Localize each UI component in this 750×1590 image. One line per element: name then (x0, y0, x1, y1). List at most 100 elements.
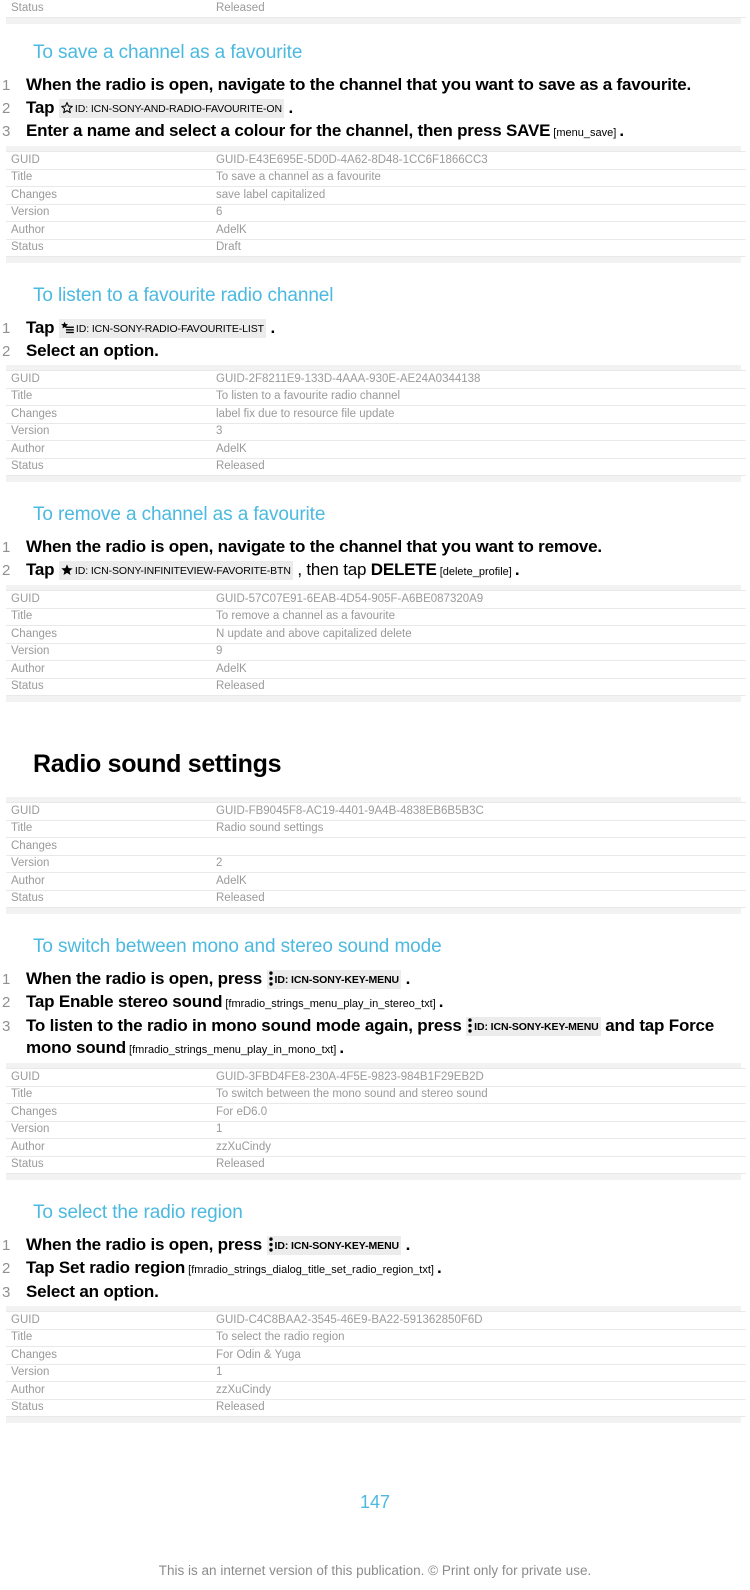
table-row: Author AdelK (6, 221, 746, 240)
meta-value-guid: GUID-E43E695E-5D0D-4A62-8D48-1CC6F1866CC… (211, 151, 746, 170)
step-text: When the radio is open, press ID: ICN-SO… (26, 1234, 750, 1256)
ui-label-set-radio-region: Set radio region (58, 1258, 186, 1277)
meta-value-status: Released (211, 677, 746, 696)
step-text-run: Select an option. (26, 341, 159, 360)
favourite-list-icon-token: ID: ICN-SONY-RADIO-FAVOURITE-LIST (58, 319, 266, 338)
table-row: GUID GUID-E43E695E-5D0D-4A62-8D48-1CC6F18… (6, 151, 746, 170)
step-text-run: . (514, 560, 520, 579)
star-outline-icon (60, 101, 74, 115)
steps-list-listen-favourite: 1 Tap ID: ICN-SONY-RADIO-FAVOURITE-LIST … (0, 317, 750, 363)
ui-label-enable-stereo-sound: Enable stereo sound (58, 992, 223, 1011)
meta-value-version: 6 (211, 203, 746, 222)
meta-value-changes: For eD6.0 (211, 1103, 746, 1122)
table-row: Status Released (6, 677, 746, 696)
step-text: Tap Set radio region [fmradio_strings_di… (26, 1257, 750, 1281)
meta-value-version: 1 (211, 1120, 746, 1139)
table-row: Author AdelK (6, 440, 746, 459)
meta-label-guid: GUID (6, 1311, 211, 1330)
meta-label-status: Status (6, 889, 211, 908)
meta-label-author: Author (6, 1138, 211, 1157)
step-number: 2 (2, 343, 11, 360)
kebab-menu-icon-token: ID: ICN-SONY-KEY-MENU (266, 1236, 402, 1255)
icon-id-label: ID: ICN-SONY-RADIO-FAVOURITE-LIST (75, 323, 264, 335)
meta-table-section-4: GUID GUID-3FBD4FE8-230A-4F5E-9823-984B1F2… (6, 1068, 746, 1174)
section-heading-save-favourite: To save a channel as a favourite (33, 42, 303, 63)
meta-value-status: Released (211, 1398, 746, 1417)
list-item: 3 Enter a name and select a colour for t… (0, 120, 750, 144)
step-text-run: Enter a name and select a colour for the… (26, 121, 506, 140)
step-text-run: When the radio is open, navigate to the … (26, 537, 602, 556)
document-page: Status Released To save a channel as a f… (0, 0, 750, 1590)
meta-table-section-2: GUID GUID-2F8211E9-133D-4AAA-930E-AE24A03… (6, 370, 746, 476)
meta-label-changes: Changes (6, 1346, 211, 1365)
table-row: Title To listen to a favourite radio chan… (6, 387, 746, 406)
meta-value-changes: N update and above capitalized delete (211, 625, 746, 644)
meta-value-version: 2 (211, 854, 746, 873)
table-row: Version 3 (6, 422, 746, 441)
list-item: 2 Tap Enable stereo sound [fmradio_strin… (0, 991, 750, 1015)
step-text-run: Tap (26, 1258, 59, 1277)
meta-label-version: Version (6, 854, 211, 873)
meta-value-changes: For Odin & Yuga (211, 1346, 746, 1365)
meta-label-author: Author (6, 872, 211, 891)
meta-label-version: Version (6, 1120, 211, 1139)
step-text: When the radio is open, navigate to the … (26, 74, 750, 96)
icon-id-label: ID: ICN-SONY-AND-RADIO-FAVOURITE-ON (74, 103, 282, 115)
meta-value-status: Draft (211, 238, 746, 257)
meta-value-version: 3 (211, 422, 746, 441)
meta-value-author: AdelK (211, 221, 746, 240)
step-text-run: . (401, 1235, 411, 1254)
meta-label-status: Status (6, 1155, 211, 1174)
step-number: 1 (2, 320, 11, 337)
string-ref: [fmradio_strings_dialog_title_set_radio_… (185, 1264, 438, 1276)
meta-label-guid: GUID (6, 590, 211, 609)
meta-value-status: Released (211, 0, 746, 18)
list-item: 2 Tap Set radio region [fmradio_strings_… (0, 1257, 750, 1281)
footer-notice: This is an internet version of this publ… (158, 1563, 592, 1578)
table-row: GUID GUID-3FBD4FE8-230A-4F5E-9823-984B1F2… (6, 1068, 746, 1087)
step-number: 1 (2, 971, 11, 988)
table-row: Changes For Odin & Yuga (6, 1346, 746, 1365)
star-filled-icon (60, 563, 74, 577)
meta-value-title: Radio sound settings (211, 819, 746, 838)
list-item: 1 When the radio is open, navigate to th… (0, 536, 750, 559)
meta-label-title: Title (6, 168, 211, 187)
meta-label-changes: Changes (6, 1103, 211, 1122)
meta-label-changes: Changes (6, 405, 211, 424)
table-row: Version 6 (6, 203, 746, 222)
list-item: 3 To listen to the radio in mono sound m… (0, 1015, 750, 1061)
meta-label-title: Title (6, 819, 211, 838)
table-row: Changes label fix due to resource file up… (6, 405, 746, 424)
step-text-run: . (339, 1038, 344, 1057)
meta-value-changes: label fix due to resource file update (211, 405, 746, 424)
meta-label-status: Status (6, 1398, 211, 1417)
table-row: Status Draft (6, 238, 746, 257)
table-row: Status Released (6, 889, 746, 908)
meta-value-guid: GUID-FB9045F8-AC19-4401-9A4B-4838EB6B5B3… (211, 802, 746, 821)
section-heading-remove-favourite: To remove a channel as a favourite (33, 504, 326, 525)
step-text-run: When the radio is open, navigate to the … (26, 75, 692, 94)
table-row: GUID GUID-57C07E91-6EAB-4D54-905F-A6BE087… (6, 590, 746, 609)
step-text-run: . (265, 318, 275, 337)
step-text-run: . (284, 98, 294, 117)
step-text: Tap Enable stereo sound [fmradio_strings… (26, 991, 750, 1015)
table-row: Changes For eD6.0 (6, 1103, 746, 1122)
meta-label-changes: Changes (6, 186, 211, 205)
chapter-heading-radio-sound-settings: Radio sound settings (33, 750, 282, 778)
string-ref: [delete_profile] (436, 566, 515, 578)
meta-label-title: Title (6, 607, 211, 626)
meta-label-changes: Changes (6, 625, 211, 644)
meta-value-author: AdelK (211, 440, 746, 459)
meta-label-title: Title (6, 1085, 211, 1104)
favourite-list-icon (60, 321, 75, 335)
table-row: Changes (6, 837, 746, 856)
step-text-run: . (437, 1258, 442, 1277)
table-row: GUID GUID-C4C8BAA2-3545-46E9-BA22-5913628… (6, 1311, 746, 1330)
icon-id-label: ID: ICN-SONY-KEY-MENU (474, 1021, 599, 1033)
meta-label-author: Author (6, 1381, 211, 1400)
list-item: 1 When the radio is open, press ID: ICN-… (0, 968, 750, 991)
meta-value-guid: GUID-57C07E91-6EAB-4D54-905F-A6BE087320A… (211, 590, 746, 609)
meta-label-guid: GUID (6, 1068, 211, 1087)
meta-value-guid: GUID-C4C8BAA2-3545-46E9-BA22-591362850F6… (211, 1311, 746, 1330)
step-text-run: . (619, 121, 624, 140)
